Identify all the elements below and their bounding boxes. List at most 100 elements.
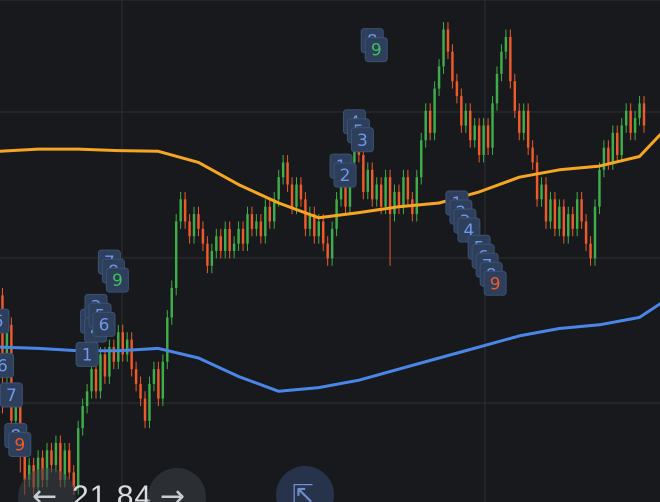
candle-body (179, 199, 182, 222)
candle-body (460, 95, 463, 126)
marker-label: 6 (0, 312, 3, 332)
candle-body (68, 450, 71, 473)
candle-body (228, 228, 231, 251)
candle-body (522, 110, 525, 133)
candle-body (415, 177, 419, 215)
candle-body (509, 36, 512, 82)
candle-body (210, 251, 214, 266)
candle-body (237, 228, 240, 244)
candle-body (469, 110, 472, 141)
candle-body (99, 354, 102, 392)
candle-body (112, 346, 116, 362)
candle-body (526, 110, 530, 148)
candle-body (366, 169, 370, 192)
marker-label: 2 (340, 166, 351, 186)
candle-body (495, 73, 499, 104)
candle-body (117, 332, 120, 362)
candle-body (375, 184, 378, 200)
candle-body (393, 191, 396, 215)
candle-body (197, 214, 200, 229)
candle-body (553, 199, 557, 229)
candle-body (402, 177, 405, 207)
candle-body (571, 214, 574, 229)
candle-body (633, 118, 637, 133)
candle-body (206, 243, 209, 266)
candle-body (50, 450, 53, 466)
candle-body (241, 228, 245, 244)
candle-body (446, 29, 450, 52)
candle-body (281, 162, 285, 178)
marker-label: 9 (490, 274, 501, 294)
candle-body (362, 155, 365, 192)
candle-body (504, 36, 508, 52)
candle-body (223, 228, 227, 251)
candle-body (54, 442, 58, 466)
candle-body (322, 221, 325, 244)
marker-label: 1 (82, 345, 93, 365)
marker-label: 9 (14, 436, 25, 456)
candle-body (428, 110, 432, 133)
candle-body (166, 317, 169, 362)
candle-body (326, 243, 329, 259)
candle-body (183, 199, 187, 222)
candle-body (437, 66, 441, 89)
candle-body (433, 88, 436, 133)
candle-body (486, 125, 490, 148)
candle-body (616, 132, 619, 156)
candle-body (549, 199, 552, 222)
candle-body (215, 236, 218, 251)
candle-body (139, 383, 142, 399)
candle-body (589, 243, 592, 259)
candle-body (535, 162, 539, 200)
candle-body (575, 199, 579, 229)
candle-body (584, 221, 588, 244)
candle-body (638, 103, 641, 119)
candle-body (442, 29, 445, 67)
candle-body (259, 221, 263, 237)
candle-body (232, 243, 236, 251)
arrow-right-icon: → (160, 479, 186, 502)
candle-body (268, 206, 271, 222)
candle-body (464, 110, 468, 126)
candle-body (406, 177, 410, 200)
candle-body (420, 140, 423, 178)
candle-body (188, 221, 191, 237)
candle-body (477, 125, 481, 156)
candlestick-chart[interactable]: 667891243567891245389123456789 (0, 0, 660, 502)
candle-body (384, 177, 387, 207)
candle-body (598, 169, 601, 207)
marker-label: 7 (6, 386, 17, 406)
candle-body (562, 206, 566, 237)
candle-body (148, 383, 151, 421)
candle-body (76, 428, 80, 488)
candle-body (255, 221, 258, 229)
candle-body (500, 51, 503, 74)
marker-label: 9 (371, 41, 382, 61)
candle-body (611, 132, 615, 163)
candle-body (531, 147, 534, 163)
candle-body (219, 236, 222, 251)
candle-body (455, 81, 459, 96)
candle-body (277, 177, 280, 200)
candle-body (424, 110, 427, 141)
candle-body (607, 147, 610, 163)
candle-body (624, 110, 628, 126)
candle-body (593, 206, 597, 259)
candle-body (317, 221, 320, 237)
price-readout: 21.84 (72, 480, 153, 502)
candle-body (170, 287, 173, 318)
chart-stage[interactable]: 667891243567891245389123456789 ← 21.84 →… (0, 0, 660, 502)
candle-body (250, 214, 254, 229)
candle-body (174, 221, 178, 288)
candle-body (544, 184, 548, 222)
candle-body (482, 125, 485, 156)
candle-body (580, 199, 583, 222)
candle-body (299, 184, 303, 200)
candle-body (134, 369, 138, 384)
candle-body (90, 369, 93, 392)
candle-body (103, 354, 107, 377)
candle-body (85, 391, 89, 407)
candle-body (157, 369, 160, 399)
candle-body (513, 81, 517, 111)
candle-body (143, 398, 147, 421)
